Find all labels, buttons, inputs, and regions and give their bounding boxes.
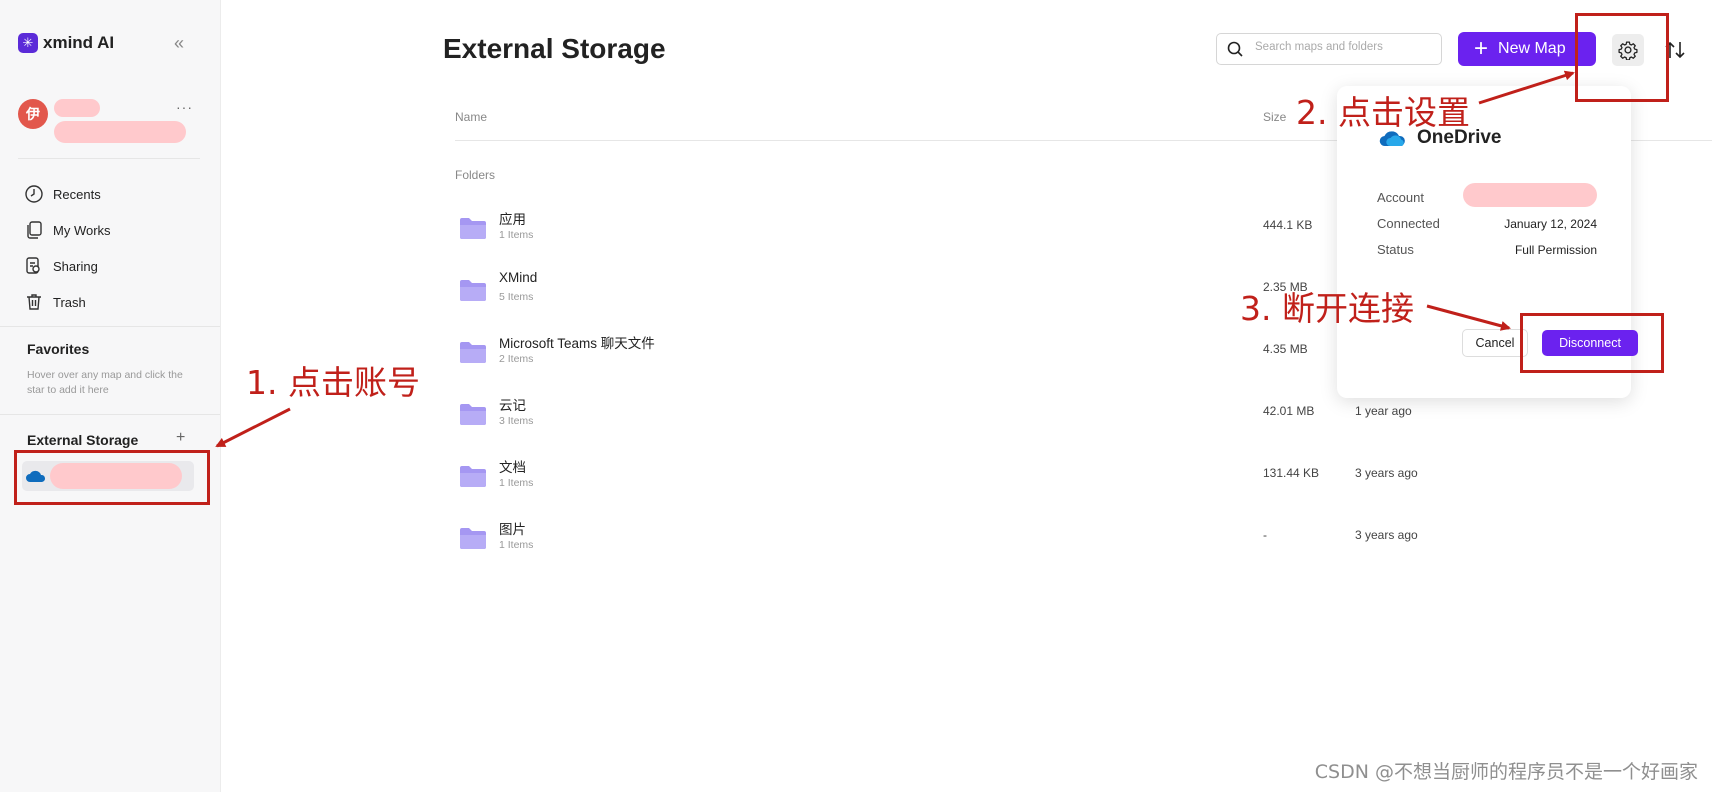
annotation-arrows <box>215 70 1575 448</box>
arrow-step-1 <box>215 407 291 448</box>
watermark: CSDN @不想当厨师的程序员不是一个好画家 <box>1314 761 1698 783</box>
arrow-step-2 <box>1478 70 1575 105</box>
arrow-step-3 <box>1426 304 1511 331</box>
